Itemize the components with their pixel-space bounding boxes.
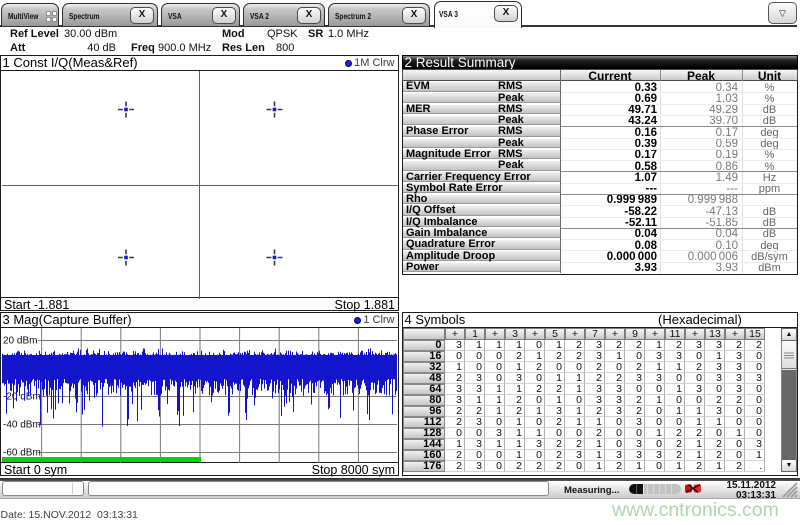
svg-text:-20 dBm: -20 dBm [3, 392, 41, 403]
svg-text:20 dBm: 20 dBm [3, 336, 37, 347]
svg-text:-60 dBm: -60 dBm [3, 448, 41, 459]
svg-text:-40 dBm: -40 dBm [3, 420, 41, 431]
